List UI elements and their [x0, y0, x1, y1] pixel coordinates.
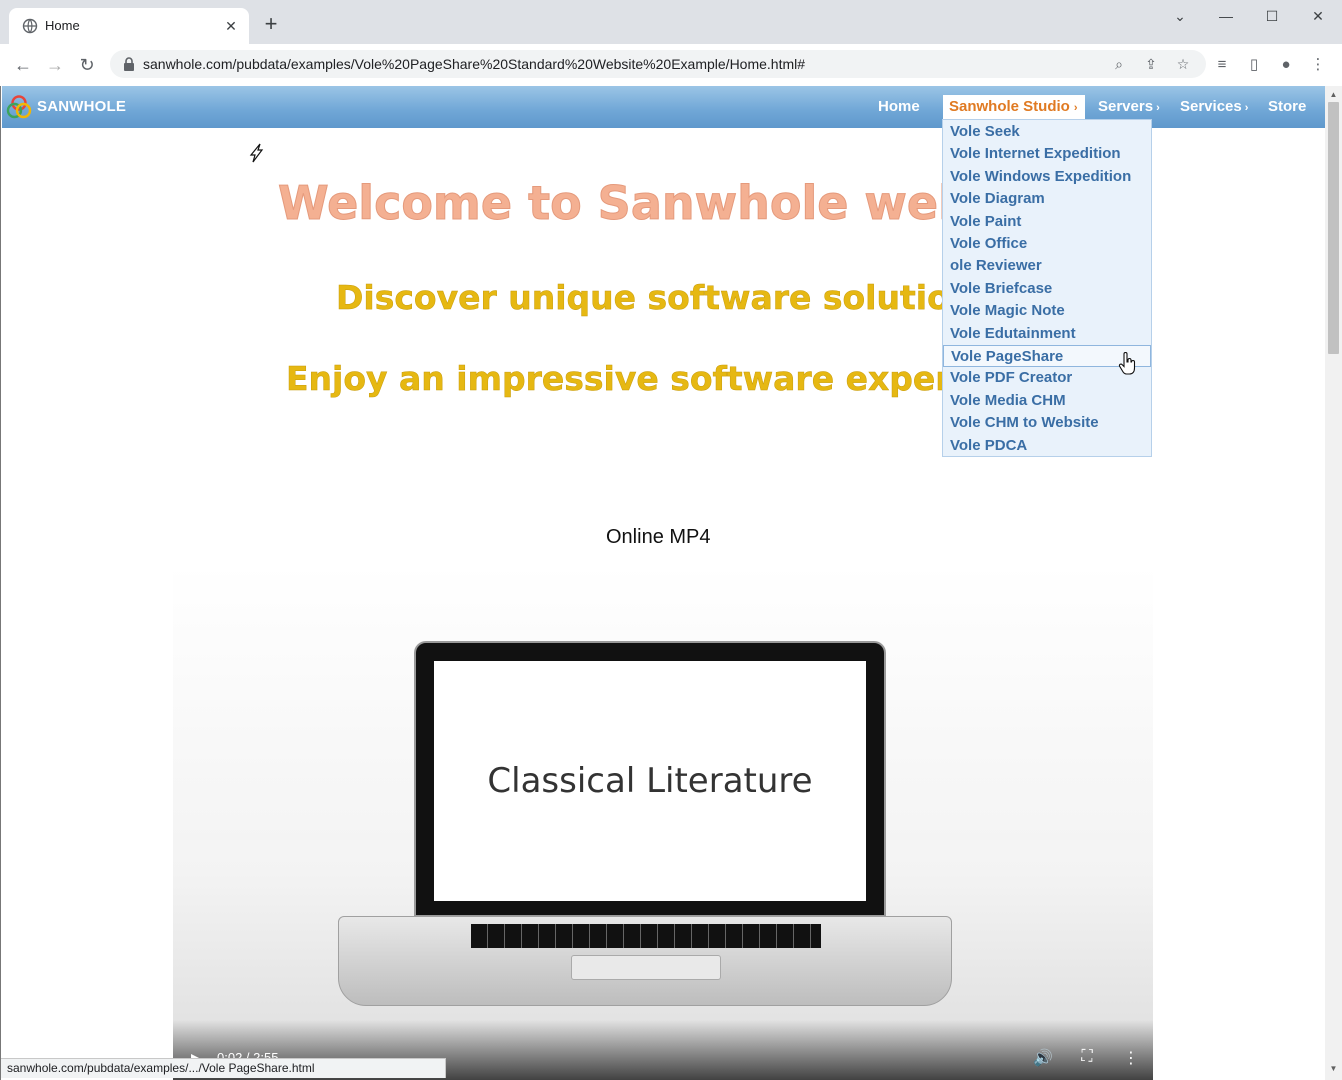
fullscreen-icon[interactable]: ⛶	[1077, 1048, 1097, 1066]
volume-icon[interactable]: 🔊	[1033, 1048, 1053, 1068]
dropdown-item[interactable]: Vole Paint	[943, 211, 1151, 233]
chevron-right-icon: ›	[1073, 102, 1078, 114]
dropdown-item[interactable]: ole Reviewer	[943, 255, 1151, 277]
tab-search-icon[interactable]: ⌄	[1157, 4, 1203, 28]
new-tab-button[interactable]: +	[260, 13, 282, 36]
dropdown-item[interactable]: Vole Edutainment	[943, 323, 1151, 345]
nav-servers[interactable]: Servers ›	[1098, 98, 1160, 115]
dropdown-item[interactable]: Vole PDCA	[943, 435, 1151, 457]
studio-dropdown-menu: Vole Seek Vole Internet Expedition Vole Wi…	[942, 119, 1152, 457]
video-title: Online MP4	[606, 526, 711, 548]
dropdown-item[interactable]: Vole CHM to Website	[943, 412, 1151, 434]
laptop-keyboard	[471, 924, 821, 948]
scroll-down-icon[interactable]: ▼	[1325, 1062, 1342, 1076]
reload-icon[interactable]: ↻	[75, 54, 99, 78]
chevron-right-icon: ›	[1156, 102, 1160, 114]
chevron-right-icon: ›	[1244, 102, 1249, 114]
scroll-up-icon[interactable]: ▲	[1325, 88, 1342, 102]
zoom-icon[interactable]: ⌕	[1110, 55, 1128, 73]
nav-servers-label: Servers	[1098, 98, 1154, 115]
nav-studio-label: Sanwhole Studio	[949, 98, 1070, 115]
address-bar[interactable]: sanwhole.com/pubdata/examples/Vole%20Pag…	[110, 50, 1206, 78]
pointer-cursor-icon	[249, 143, 264, 163]
laptop-screen: Classical Literature	[434, 661, 866, 901]
dropdown-item[interactable]: Vole Diagram	[943, 188, 1151, 210]
kebab-menu-icon[interactable]: ⋮	[1307, 54, 1329, 76]
dropdown-item[interactable]: Vole Office	[943, 233, 1151, 255]
lock-icon	[124, 57, 134, 71]
page-scrollbar[interactable]: ▲ ▼	[1325, 86, 1342, 1080]
back-icon[interactable]: ←	[11, 54, 35, 78]
video-more-icon[interactable]: ⋮	[1121, 1048, 1141, 1068]
nav-store[interactable]: Store	[1268, 98, 1306, 115]
share-icon[interactable]: ⇪	[1142, 55, 1160, 73]
nav-sanwhole-studio[interactable]: Sanwhole Studio ›	[943, 95, 1085, 120]
hero-section: Welcome to Sanwhole website Discover uni…	[1, 86, 943, 426]
dropdown-item[interactable]: Vole Seek	[943, 121, 1151, 143]
minimize-button[interactable]: —	[1203, 4, 1249, 28]
browser-chrome: Home ✕ + ⌄ — ☐ ✕ ← → ↻ sanwhole.com/pubd…	[0, 0, 1342, 86]
video-player[interactable]: Classical Literature ▶ 0:02 / 2:55 🔊 ⛶ ⋮	[173, 564, 1153, 1080]
hand-cursor-icon	[1118, 352, 1136, 375]
tab-close-icon[interactable]: ✕	[221, 16, 241, 36]
laptop-base	[338, 916, 952, 1006]
maximize-button[interactable]: ☐	[1249, 4, 1295, 28]
scroll-thumb[interactable]	[1328, 102, 1339, 354]
tab-strip: Home ✕ + ⌄ — ☐ ✕	[0, 0, 1342, 44]
laptop-trackpad	[571, 955, 721, 980]
profile-avatar-icon[interactable]: ●	[1275, 54, 1297, 76]
dropdown-item[interactable]: Vole Media CHM	[943, 390, 1151, 412]
laptop-illustration: Classical Literature	[414, 641, 886, 917]
dropdown-item[interactable]: Vole Briefcase	[943, 278, 1151, 300]
status-bar-url: sanwhole.com/pubdata/examples/.../Vole P…	[1, 1058, 446, 1078]
dropdown-item[interactable]: Vole Internet Expedition	[943, 143, 1151, 165]
browser-tab[interactable]: Home ✕	[9, 8, 249, 44]
nav-services-label: Services	[1180, 98, 1242, 115]
hero-welcome: Welcome to Sanwhole website	[277, 176, 943, 231]
globe-icon	[22, 18, 38, 34]
reading-list-icon[interactable]: ≡	[1211, 54, 1233, 76]
nav-services[interactable]: Services ›	[1180, 98, 1248, 115]
dropdown-item[interactable]: Vole Magic Note	[943, 300, 1151, 322]
video-screen-text: Classical Literature	[487, 761, 813, 801]
side-panel-icon[interactable]: ▯	[1243, 54, 1265, 76]
browser-toolbar: ← → ↻ sanwhole.com/pubdata/examples/Vole…	[0, 44, 1342, 86]
hero-enjoy: Enjoy an impressive software experience	[286, 359, 943, 399]
tab-title: Home	[45, 18, 80, 33]
page-viewport: SANWHOLE Home Sanwhole Studio › Servers › …	[0, 86, 1342, 1080]
close-window-button[interactable]: ✕	[1295, 4, 1341, 28]
hero-discover: Discover unique software solutions	[336, 278, 943, 318]
forward-icon[interactable]: →	[43, 54, 67, 78]
dropdown-item[interactable]: Vole Windows Expedition	[943, 166, 1151, 188]
bookmark-star-icon[interactable]: ☆	[1174, 55, 1192, 73]
url-text: sanwhole.com/pubdata/examples/Vole%20Pag…	[143, 56, 806, 72]
